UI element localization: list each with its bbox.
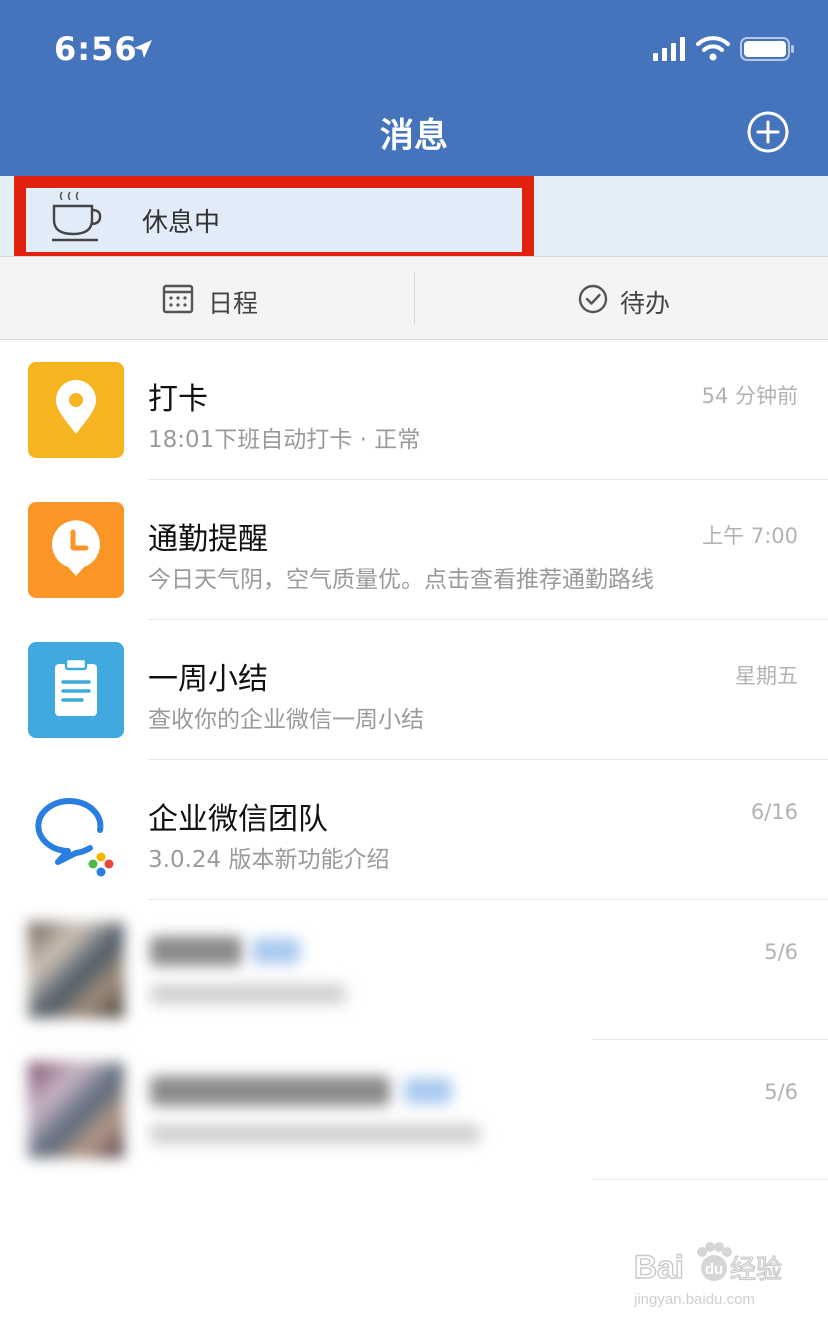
list-item[interactable]: 一周小结 查收你的企业微信一周小结 星期五 <box>0 620 828 760</box>
top-bar: 6:56 消息 <box>0 0 828 176</box>
list-item[interactable]: 通勤提醒 今日天气阴，空气质量优。点击查看推荐通勤路线 上午 7:00 <box>0 480 828 620</box>
message-time: 6/16 <box>750 800 798 824</box>
tab-todo[interactable]: 待办 <box>620 284 670 320</box>
message-title: 通勤提醒 <box>148 522 268 557</box>
baidu-watermark-logo: Bai du 经验 jingyan.baidu.com <box>633 1242 783 1308</box>
wecom-logo-icon <box>35 798 114 877</box>
avatar <box>28 362 124 458</box>
avatar <box>28 782 124 878</box>
avatar <box>28 502 124 598</box>
divider <box>592 1179 828 1180</box>
message-title: 打卡 <box>148 382 208 417</box>
blurred-name <box>150 1076 390 1106</box>
svg-text:经验: 经验 <box>730 1255 782 1285</box>
message-time: 上午 7:00 <box>702 524 798 548</box>
message-time: 5/6 <box>764 1080 798 1104</box>
location-pin-icon <box>56 380 96 434</box>
message-title: 企业微信团队 <box>148 802 328 837</box>
clipboard-icon <box>55 657 97 716</box>
tab-divider <box>414 272 415 324</box>
battery-icon <box>740 37 794 61</box>
avatar <box>28 922 124 1018</box>
blurred-preview <box>150 984 346 1004</box>
message-title: 一周小结 <box>148 662 268 697</box>
blurred-tag <box>252 938 300 964</box>
message-time: 5/6 <box>764 940 798 964</box>
location-arrow-icon <box>134 40 152 58</box>
avatar <box>28 1062 124 1158</box>
message-preview: 3.0.24 版本新功能介绍 <box>148 847 390 873</box>
calendar-icon[interactable] <box>162 284 194 314</box>
checkmark-circle-icon[interactable] <box>578 284 608 314</box>
svg-text:Bai: Bai <box>634 1249 684 1285</box>
annotation-highlight-box <box>14 176 534 264</box>
message-preview: 18:01下班自动打卡 · 正常 <box>148 427 421 453</box>
cellular-signal-icon <box>653 37 685 61</box>
tab-schedule[interactable]: 日程 <box>208 284 258 320</box>
message-time: 54 分钟前 <box>701 384 798 408</box>
clock-pin-icon <box>52 520 100 576</box>
status-time: 6:56 <box>54 30 138 68</box>
list-item[interactable]: 5/6 <box>0 1040 828 1180</box>
blurred-name <box>150 936 242 966</box>
message-preview: 今日天气阴，空气质量优。点击查看推荐通勤路线 <box>148 567 654 593</box>
svg-text:du: du <box>705 1261 723 1278</box>
message-preview: 查收你的企业微信一周小结 <box>148 707 424 733</box>
svg-text:jingyan.baidu.com: jingyan.baidu.com <box>633 1291 755 1308</box>
add-button[interactable] <box>746 110 790 154</box>
list-item[interactable]: 5/6 <box>0 900 828 1040</box>
list-item[interactable]: 打卡 18:01下班自动打卡 · 正常 54 分钟前 <box>0 340 828 480</box>
page-title: 消息 <box>380 116 448 156</box>
list-item[interactable]: 企业微信团队 3.0.24 版本新功能介绍 6/16 <box>0 760 828 900</box>
wifi-icon <box>696 36 730 61</box>
avatar <box>28 642 124 738</box>
blurred-tag <box>404 1078 452 1104</box>
message-time: 星期五 <box>735 664 798 688</box>
blurred-preview <box>150 1124 480 1144</box>
